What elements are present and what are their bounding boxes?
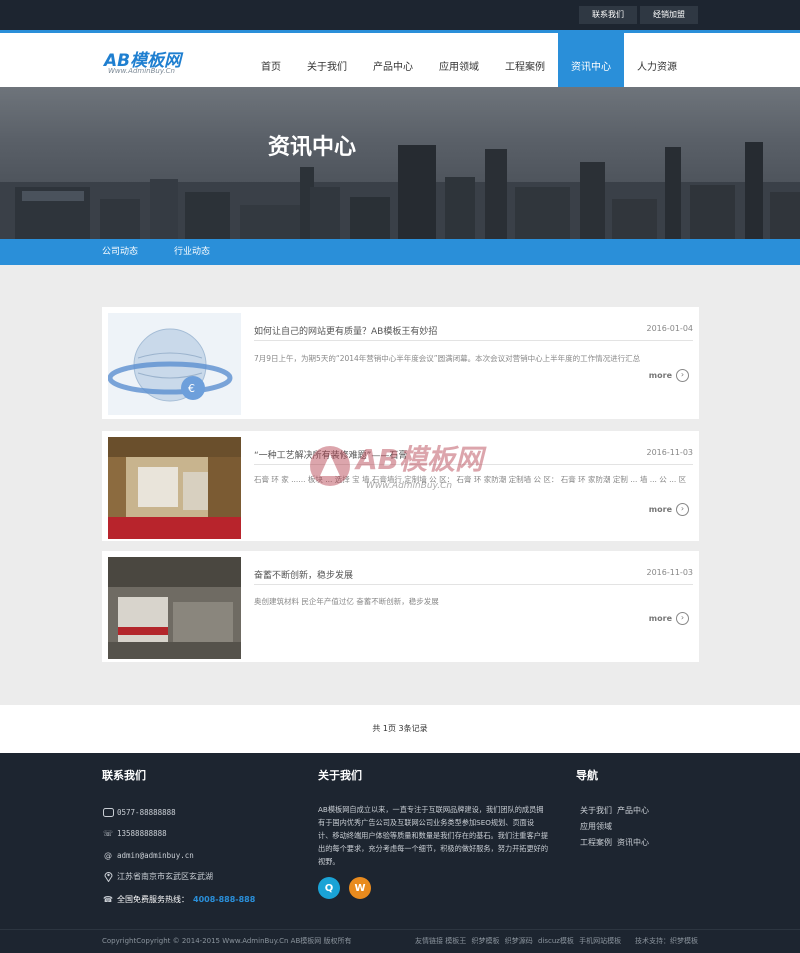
chevron-right-icon: › xyxy=(676,368,689,382)
nav-item-hr[interactable]: 人力资源 xyxy=(624,33,690,87)
city-skyline-image xyxy=(0,142,800,239)
pagination-info: 共 1页 3条记录 xyxy=(0,705,800,753)
nav-item-news[interactable]: 资讯中心 xyxy=(558,33,624,87)
news-thumbnail[interactable] xyxy=(108,557,241,659)
friend-link[interactable]: 友情链接 模板王 xyxy=(415,937,466,945)
news-title[interactable]: 奋蓄不断创新，稳步发展 xyxy=(254,568,353,581)
tech-support[interactable]: 技术支持：织梦模板 xyxy=(635,936,698,946)
news-thumbnail[interactable] xyxy=(108,437,241,539)
footer-nav-cases[interactable]: 工程案例 xyxy=(580,838,612,847)
chevron-right-icon: › xyxy=(676,502,689,516)
globe-image: € xyxy=(108,313,241,415)
subnav-company-news[interactable]: 公司动态 xyxy=(102,239,138,265)
friend-link[interactable]: 织梦源码 xyxy=(505,937,533,945)
news-item: 奋蓄不断创新，稳步发展 2016-11-03 奥创建筑材料 民企年产值过亿 奋蓄… xyxy=(102,551,699,662)
logo-domain: Www.AdminBuy.Cn xyxy=(108,67,175,75)
main-nav: 首页 关于我们 产品中心 应用领域 工程案例 资讯中心 人力资源 xyxy=(248,33,690,87)
footer-nav-applications[interactable]: 应用领域 xyxy=(580,822,612,831)
watermark-domain: Www.AdminBuy.Cn xyxy=(366,481,453,491)
exhibition-booth-image xyxy=(108,437,241,539)
friend-link[interactable]: 织梦模板 xyxy=(471,937,499,945)
contact-us-link[interactable]: 联系我们 xyxy=(579,6,637,24)
svg-text:€: € xyxy=(188,382,195,395)
more-label: more xyxy=(648,613,672,623)
news-divider xyxy=(254,340,693,341)
contact-mobile: ☏ 13588888888 xyxy=(102,828,167,838)
news-divider xyxy=(254,584,693,585)
about-text: AB模板网自成立以来，一直专注于互联网品牌建设，我们团队的成员拥有于国内优秀广告… xyxy=(318,805,549,866)
more-label: more xyxy=(648,504,672,514)
footer-nav: 关于我们 产品中心应用领域 工程案例 资讯中心 xyxy=(580,803,690,851)
factory-image xyxy=(108,557,241,659)
email-icon: @ xyxy=(104,850,112,860)
footer-nav-news[interactable]: 资讯中心 xyxy=(617,838,649,847)
dealer-join-link[interactable]: 经销加盟 xyxy=(640,6,698,24)
phone-icon: ☏ xyxy=(102,828,113,838)
footer-about-heading: 关于我们 xyxy=(318,769,362,782)
contact-phone: 0577-88888888 xyxy=(102,806,176,818)
site-footer: 联系我们 关于我们 导航 0577-88888888 ☏ 13588888888… xyxy=(0,753,800,953)
qq-icon[interactable]: Q xyxy=(318,877,340,899)
news-title[interactable]: 如何让自己的网站更有质量？AB模板王有妙招 xyxy=(254,324,437,337)
news-summary: 奥创建筑材料 民企年产值过亿 奋蓄不断创新，稳步发展 xyxy=(254,597,439,606)
contact-address: 江苏省南京市玄武区玄武湖 xyxy=(102,870,213,882)
nav-item-cases[interactable]: 工程案例 xyxy=(492,33,558,87)
watermark: AB模板网 Www.AdminBuy.Cn xyxy=(306,436,506,506)
contact-hotline: ☎ 全国免费服务热线： 4008-888-888 xyxy=(103,894,256,904)
phone-call-icon: ☎ xyxy=(103,894,113,904)
friend-links: 友情链接 模板王 织梦模板 织梦源码 discuz模板 手机网站模板 xyxy=(415,936,624,946)
banner-title: 资讯中心 xyxy=(268,135,357,160)
watermark-text: AB模板网 xyxy=(356,443,484,476)
friend-link[interactable]: 手机网站模板 xyxy=(579,937,621,945)
location-pin-icon xyxy=(102,870,114,882)
watermark-logo-icon xyxy=(310,446,350,486)
more-button[interactable]: more › xyxy=(649,611,689,625)
contact-email[interactable]: @ admin@adminbuy.cn xyxy=(102,849,194,861)
footer-nav-about[interactable]: 关于我们 xyxy=(580,806,612,815)
nav-item-applications[interactable]: 应用领域 xyxy=(426,33,492,87)
nav-item-products[interactable]: 产品中心 xyxy=(360,33,426,87)
news-item: € 如何让自己的网站更有质量？AB模板王有妙招 2016-01-04 7月9日上… xyxy=(102,307,699,419)
chevron-right-icon: › xyxy=(676,611,689,625)
more-label: more xyxy=(648,370,672,380)
footer-nav-products[interactable]: 产品中心 xyxy=(617,806,649,815)
site-logo[interactable]: AB模板网 Www.AdminBuy.Cn xyxy=(102,46,212,80)
weibo-icon[interactable]: W xyxy=(349,877,371,899)
copyright: CopyrightCopyright © 2014-2015 Www.Admin… xyxy=(102,937,352,945)
news-date: 2016-11-03 xyxy=(646,568,694,577)
sub-nav: 公司动态 行业动态 xyxy=(0,239,800,265)
more-button[interactable]: more › xyxy=(649,502,689,516)
subnav-industry-news[interactable]: 行业动态 xyxy=(174,239,210,265)
fax-icon xyxy=(102,806,114,818)
friend-link[interactable]: discuz模板 xyxy=(538,937,574,945)
news-date: 2016-11-03 xyxy=(646,448,694,457)
footer-nav-heading: 导航 xyxy=(576,769,598,782)
bottom-bar: CopyrightCopyright © 2014-2015 Www.Admin… xyxy=(0,929,800,953)
nav-item-home[interactable]: 首页 xyxy=(248,33,294,87)
footer-contact-heading: 联系我们 xyxy=(102,769,146,782)
news-thumbnail[interactable]: € xyxy=(108,313,241,415)
nav-item-about[interactable]: 关于我们 xyxy=(294,33,360,87)
news-date: 2016-01-04 xyxy=(646,324,694,333)
site-header: AB模板网 Www.AdminBuy.Cn 首页 关于我们 产品中心 应用领域 … xyxy=(0,33,800,87)
more-button[interactable]: more › xyxy=(649,368,689,382)
top-bar: 联系我们 经销加盟 xyxy=(0,0,800,30)
news-summary: 7月9日上午，为期5天的“2014年营销中心半年度会议”圆满闭幕。本次会议对营销… xyxy=(254,354,641,363)
page-banner: 资讯中心 xyxy=(0,87,800,239)
